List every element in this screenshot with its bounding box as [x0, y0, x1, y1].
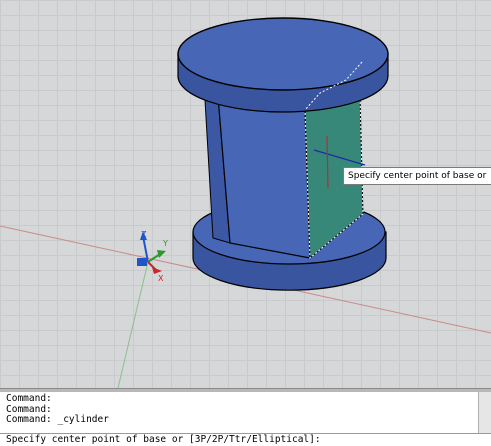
command-history-scrollbar[interactable]: [478, 392, 491, 434]
top-cap-top[interactable]: [177, 17, 389, 91]
ucs-x-label: X: [158, 274, 164, 283]
drawing-viewport[interactable]: Z Y X Specify center point of base or ▾: [0, 0, 491, 388]
command-history: Command: Command: Command: _cylinder: [6, 393, 109, 426]
command-window: Command: Command: Command: _cylinder Spe…: [0, 392, 491, 446]
command-history-line: Command:: [6, 393, 52, 404]
dynamic-input-tooltip: Specify center point of base or ▾: [343, 167, 491, 185]
dynamic-input-prompt: Specify center point of base or: [348, 171, 487, 181]
body-front-face[interactable]: [217, 95, 311, 259]
ucs-y-label: Y: [162, 239, 168, 248]
y-axis-line: [117, 261, 149, 388]
model-space[interactable]: Z Y X: [0, 0, 491, 388]
command-input-field[interactable]: Specify center point of base or [3P/2P/T…: [0, 433, 491, 445]
ucs-z-label: Z: [141, 230, 147, 239]
command-history-line: Command: _cylinder: [6, 414, 109, 425]
